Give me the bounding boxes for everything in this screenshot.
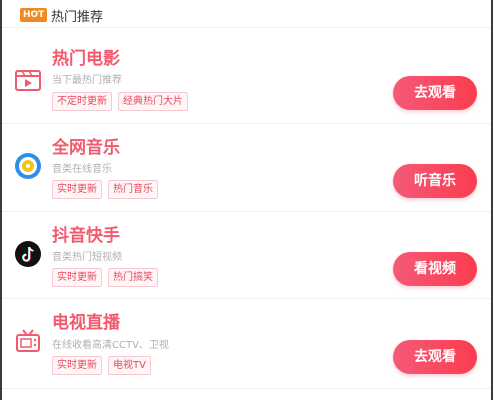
- tag: 热门音乐: [108, 180, 158, 199]
- watch-button[interactable]: 去观看: [393, 340, 477, 374]
- card-subtitle: 当下最热门推荐: [52, 75, 122, 86]
- tag: 经典热门大片: [118, 92, 188, 111]
- card-live-tv[interactable]: 电视直播 在线收看高清CCTV、卫视 实时更新 电视TV 去观看: [2, 299, 491, 389]
- tag: 实时更新: [52, 180, 102, 199]
- card-short-video[interactable]: 抖音快手 音类热门短视频 实时更新 热门搞笑 看视频: [2, 212, 491, 299]
- movie-icon: [14, 66, 42, 94]
- card-title: 抖音快手: [52, 226, 120, 246]
- card-movies[interactable]: 热门电影 当下最热门推荐 不定时更新 经典热门大片 去观看: [2, 36, 491, 124]
- hot-badge: HOT: [20, 8, 48, 22]
- watch-video-button[interactable]: 看视频: [393, 252, 477, 286]
- listen-button[interactable]: 听音乐: [393, 164, 477, 198]
- card-subtitle: 音类在线音乐: [52, 164, 112, 175]
- tv-icon: [14, 327, 42, 355]
- music-disc-icon: [14, 152, 42, 180]
- card-tags: 实时更新 电视TV: [52, 356, 151, 375]
- card-tags: 实时更新 热门搞笑: [52, 268, 158, 287]
- section-title: 热门推荐: [51, 10, 104, 25]
- card-subtitle: 在线收看高清CCTV、卫视: [52, 340, 169, 351]
- card-title: 全网音乐: [52, 138, 120, 158]
- section-header: HOT 热门推荐: [2, 0, 491, 28]
- tag: 实时更新: [52, 268, 102, 287]
- tiktok-icon: [14, 240, 42, 268]
- card-title: 电视直播: [52, 313, 120, 333]
- tag: 不定时更新: [52, 92, 112, 111]
- card-subtitle: 音类热门短视频: [52, 252, 122, 263]
- recommend-panel: HOT 热门推荐 热门电影 当下最热门推荐 不定时更新 经典热门大片 去观看 全…: [0, 0, 493, 400]
- card-tags: 不定时更新 经典热门大片: [52, 92, 188, 111]
- card-music[interactable]: 全网音乐 音类在线音乐 实时更新 热门音乐 听音乐: [2, 124, 491, 212]
- watch-button[interactable]: 去观看: [393, 76, 477, 110]
- card-tags: 实时更新 热门音乐: [52, 180, 158, 199]
- tag: 实时更新: [52, 356, 102, 375]
- tag: 热门搞笑: [108, 268, 158, 287]
- tag: 电视TV: [108, 356, 151, 375]
- card-title: 热门电影: [52, 49, 120, 69]
